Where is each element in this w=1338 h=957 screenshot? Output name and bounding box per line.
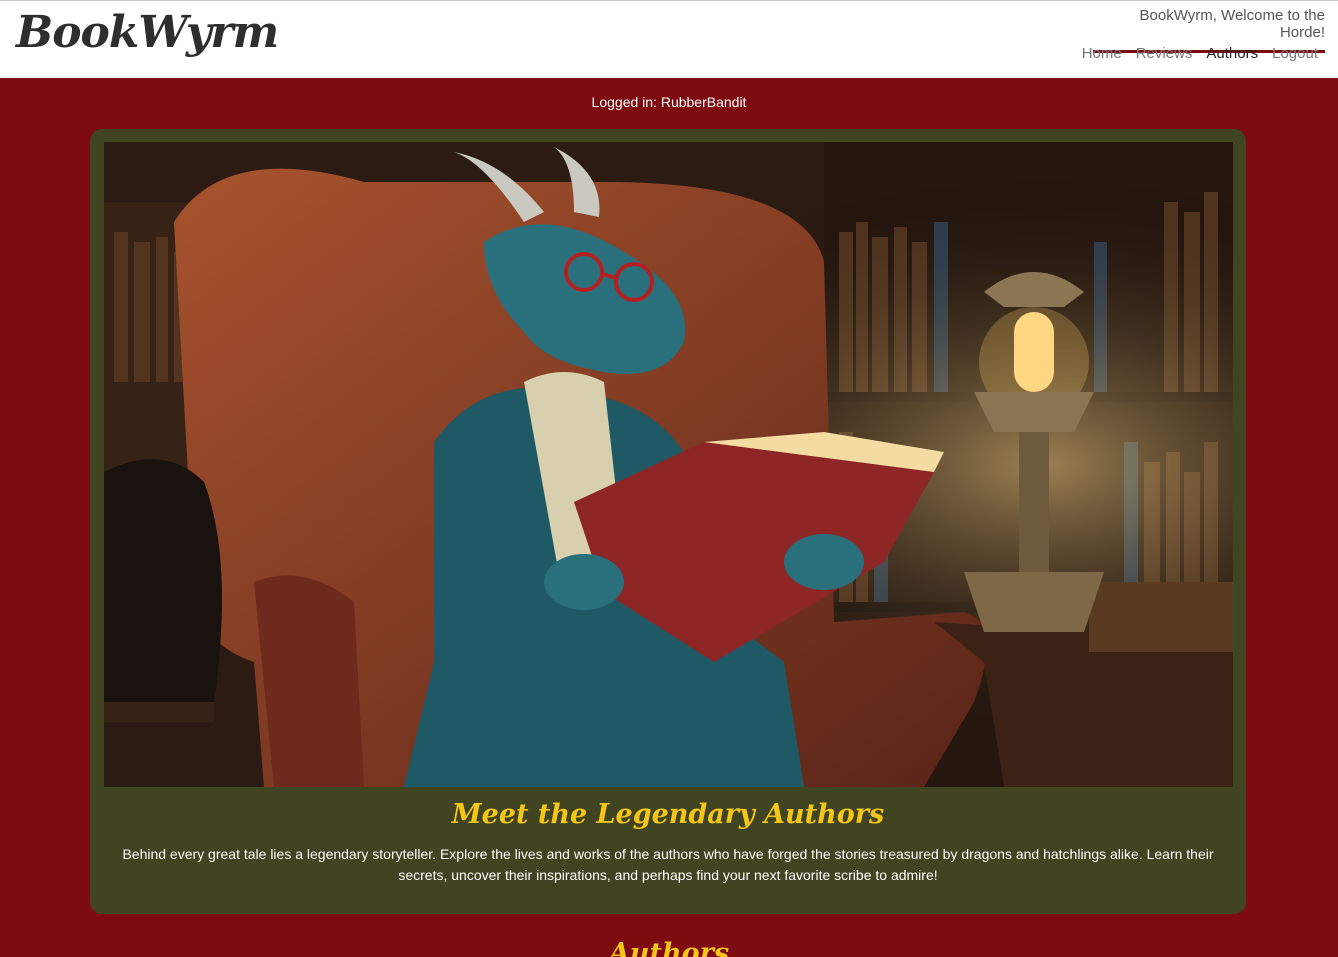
nav-authors-link[interactable]: Authors [1206, 45, 1258, 62]
hero-card: Meet the Legendary Authors Behind every … [90, 129, 1246, 914]
hero-description: Behind every great tale lies a legendary… [122, 846, 1214, 883]
nav-reviews-link[interactable]: Reviews [1136, 45, 1193, 62]
logged-in-status: Logged in: RubberBandit [591, 94, 747, 110]
nav-home-link[interactable]: Home [1082, 45, 1122, 62]
main-nav: Home Reviews Authors Logout [1082, 45, 1318, 62]
site-header: BookWyrm BookWyrm, Welcome to the Horde!… [0, 0, 1338, 78]
hero-image [104, 142, 1233, 787]
nav-logout-link[interactable]: Logout [1272, 45, 1318, 62]
hero-title: Meet the Legendary Authors [451, 799, 885, 830]
dragon-reading-illustration [104, 142, 1233, 787]
authors-section-title: Authors [608, 938, 730, 957]
site-logo[interactable]: BookWyrm [16, 7, 279, 58]
